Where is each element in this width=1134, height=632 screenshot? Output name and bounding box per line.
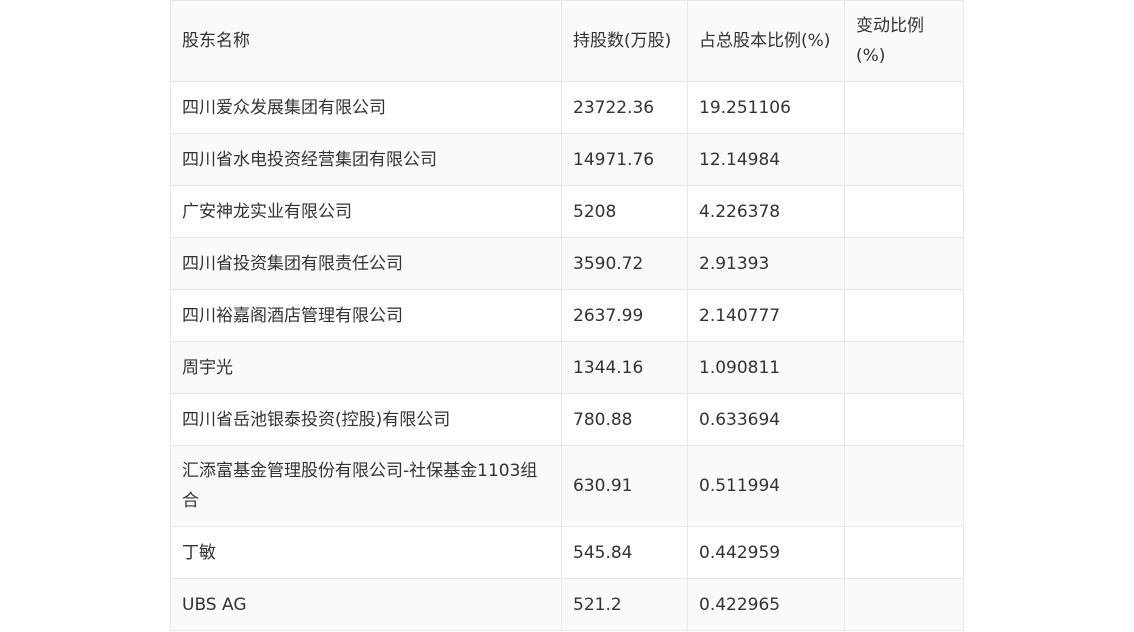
table-row: 汇添富基金管理股份有限公司-社保基金1103组合 630.91 0.511994 [170, 445, 964, 527]
cell-change-ratio [844, 445, 964, 527]
table-row: UBS AG 521.2 0.422965 [170, 578, 964, 631]
cell-shareholder-name: 四川省投资集团有限责任公司 [170, 237, 562, 290]
cell-share-ratio: 2.91393 [687, 237, 845, 290]
cell-shareholder-name: 四川裕嘉阁酒店管理有限公司 [170, 289, 562, 342]
cell-shares-held: 545.84 [561, 526, 688, 579]
cell-shares-held: 3590.72 [561, 237, 688, 290]
cell-shareholder-name: 四川爱众发展集团有限公司 [170, 81, 562, 134]
table-row: 四川裕嘉阁酒店管理有限公司 2637.99 2.140777 [170, 289, 964, 342]
cell-shares-held: 23722.36 [561, 81, 688, 134]
cell-share-ratio: 0.442959 [687, 526, 845, 579]
cell-change-ratio [844, 185, 964, 238]
cell-shareholder-name: 四川省水电投资经营集团有限公司 [170, 133, 562, 186]
cell-share-ratio: 12.14984 [687, 133, 845, 186]
table-row: 四川爱众发展集团有限公司 23722.36 19.251106 [170, 81, 964, 134]
cell-change-ratio [844, 578, 964, 631]
cell-share-ratio: 0.633694 [687, 393, 845, 446]
shareholder-table: 股东名称 持股数(万股) 占总股本比例(%) 变动比例(%) 四川爱众发展集团有… [170, 0, 964, 631]
cell-shares-held: 521.2 [561, 578, 688, 631]
cell-shareholder-name: UBS AG [170, 578, 562, 631]
cell-shareholder-name: 汇添富基金管理股份有限公司-社保基金1103组合 [170, 445, 562, 527]
cell-shareholder-name: 广安神龙实业有限公司 [170, 185, 562, 238]
table-row: 丁敏 545.84 0.442959 [170, 526, 964, 579]
cell-shares-held: 630.91 [561, 445, 688, 527]
header-share-ratio: 占总股本比例(%) [687, 0, 845, 82]
cell-share-ratio: 4.226378 [687, 185, 845, 238]
table-row: 四川省投资集团有限责任公司 3590.72 2.91393 [170, 237, 964, 290]
cell-change-ratio [844, 133, 964, 186]
cell-shareholder-name: 丁敏 [170, 526, 562, 579]
cell-share-ratio: 1.090811 [687, 341, 845, 394]
cell-share-ratio: 0.422965 [687, 578, 845, 631]
shareholder-table-container: 股东名称 持股数(万股) 占总股本比例(%) 变动比例(%) 四川爱众发展集团有… [170, 0, 964, 631]
cell-change-ratio [844, 237, 964, 290]
cell-share-ratio: 19.251106 [687, 81, 845, 134]
cell-shares-held: 14971.76 [561, 133, 688, 186]
cell-share-ratio: 0.511994 [687, 445, 845, 527]
table-row: 周宇光 1344.16 1.090811 [170, 341, 964, 394]
table-row: 四川省水电投资经营集团有限公司 14971.76 12.14984 [170, 133, 964, 186]
cell-change-ratio [844, 289, 964, 342]
cell-share-ratio: 2.140777 [687, 289, 845, 342]
cell-change-ratio [844, 526, 964, 579]
cell-shareholder-name: 周宇光 [170, 341, 562, 394]
table-row: 四川省岳池银泰投资(控股)有限公司 780.88 0.633694 [170, 393, 964, 446]
cell-change-ratio [844, 81, 964, 134]
header-shareholder-name: 股东名称 [170, 0, 562, 82]
header-change-ratio: 变动比例(%) [844, 0, 964, 82]
table-header-row: 股东名称 持股数(万股) 占总股本比例(%) 变动比例(%) [170, 0, 964, 82]
table-row: 广安神龙实业有限公司 5208 4.226378 [170, 185, 964, 238]
cell-shareholder-name: 四川省岳池银泰投资(控股)有限公司 [170, 393, 562, 446]
cell-shares-held: 2637.99 [561, 289, 688, 342]
cell-shares-held: 5208 [561, 185, 688, 238]
cell-change-ratio [844, 393, 964, 446]
header-shares-held: 持股数(万股) [561, 0, 688, 82]
cell-shares-held: 1344.16 [561, 341, 688, 394]
cell-shares-held: 780.88 [561, 393, 688, 446]
cell-change-ratio [844, 341, 964, 394]
